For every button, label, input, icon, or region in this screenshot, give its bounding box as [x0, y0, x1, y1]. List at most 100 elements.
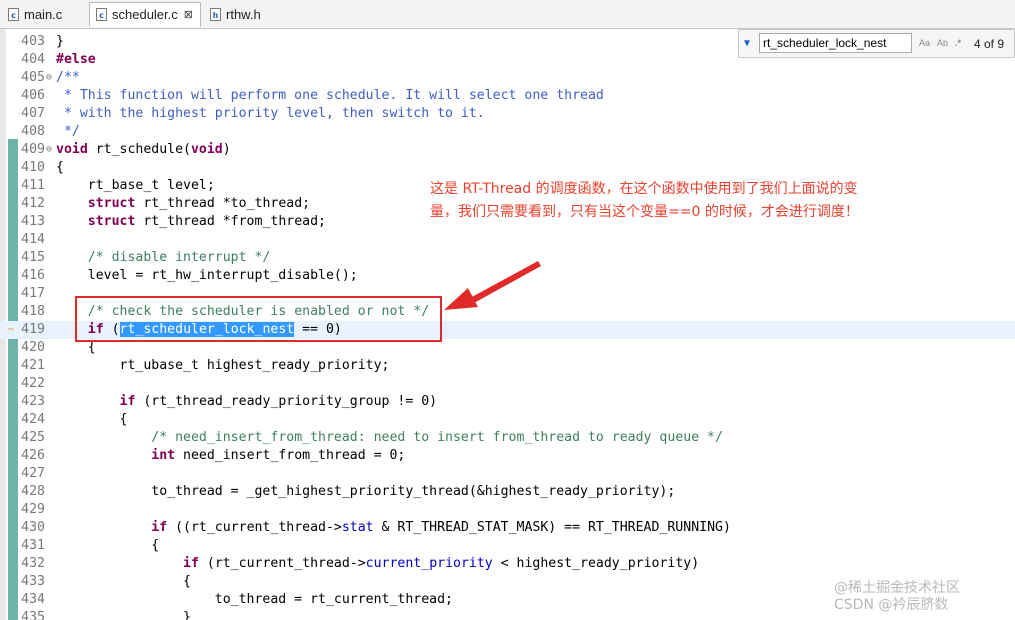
line-number: 434 [21, 592, 45, 607]
code-line[interactable]: 430 if ((rt_current_thread->stat & RT_TH… [0, 519, 1015, 537]
arrow-head [444, 288, 478, 310]
code-line[interactable]: 431 { [0, 537, 1015, 555]
code-line[interactable]: 424 { [0, 411, 1015, 429]
code-line[interactable]: 429 [0, 501, 1015, 519]
tab-main-c[interactable]: c main.c [2, 2, 86, 27]
annotation-text: 这是 RT-Thread 的调度函数，在这个函数中使用到了我们上面说的变量，我们… [430, 181, 859, 220]
line-number: 415 [21, 250, 45, 265]
find-bar: ▼ rt_scheduler_lock_nest Aa Ab .* 4 of 9 [738, 29, 1015, 58]
line-number: 430 [21, 520, 45, 535]
line-number: 424 [21, 412, 45, 427]
regex-icon[interactable]: .* [955, 38, 961, 48]
code-line[interactable]: 427 [0, 465, 1015, 483]
code-line[interactable]: 405 ⊖ /** [0, 69, 1015, 87]
code-text: level = rt_hw_interrupt_disable(); [56, 268, 358, 283]
line-number: 422 [21, 376, 45, 391]
code-text: { [56, 574, 191, 589]
line-number: 433 [21, 574, 45, 589]
code-text: } [56, 610, 191, 620]
code-text: void rt_schedule(void) [56, 142, 231, 157]
code-text: to_thread = rt_current_thread; [56, 592, 453, 607]
match-count: 4 of 9 [974, 37, 1005, 51]
line-number: 428 [21, 484, 45, 499]
line-number: 419 [21, 322, 45, 337]
code-text: { [56, 160, 64, 175]
code-line[interactable]: 422 [0, 375, 1015, 393]
fold-icon[interactable]: ⊖ [46, 69, 52, 87]
code-text: /* disable interrupt */ [87, 250, 271, 265]
line-number: 417 [21, 286, 45, 301]
annotation-arrow [444, 261, 541, 310]
line-number: 420 [21, 340, 45, 355]
tab-scheduler-c[interactable]: c scheduler.c ⊠ [89, 2, 201, 27]
code-line[interactable]: 423 if (rt_thread_ready_priority_group !… [0, 393, 1015, 411]
code-text: /** [56, 70, 80, 85]
code-line[interactable]: 432 if (rt_current_thread->current_prior… [0, 555, 1015, 573]
line-number: 418 [21, 304, 45, 319]
close-icon[interactable]: ⊠ [184, 8, 193, 21]
tab-rthw-h[interactable]: h rthw.h [204, 2, 276, 27]
code-text: struct rt_thread *from_thread; [87, 214, 326, 229]
line-number: 425 [21, 430, 45, 445]
code-text: int need_insert_from_thread = 0; [151, 448, 406, 463]
line-number: 423 [21, 394, 45, 409]
code-line[interactable]: 406 * This function will perform one sch… [0, 87, 1015, 105]
code-text: } [56, 34, 64, 49]
find-input[interactable]: rt_scheduler_lock_nest [759, 33, 912, 53]
code-text: /* need_insert_from_thread: need to inse… [151, 430, 723, 445]
line-number: 411 [21, 178, 45, 193]
code-text: struct rt_thread *to_thread; [87, 196, 311, 211]
code-line[interactable]: 425 /* need_insert_from_thread: need to … [0, 429, 1015, 447]
code-text: if (rt_thread_ready_priority_group != 0) [119, 394, 438, 409]
line-number: 404 [21, 52, 45, 67]
code-text: rt_base_t level; [56, 178, 215, 193]
h-file-icon: h [210, 8, 221, 21]
code-text: if (rt_current_thread->current_priority … [183, 556, 700, 571]
code-text: #else [56, 52, 96, 67]
tab-label: main.c [24, 7, 63, 22]
code-line[interactable]: 409 ⊖ void rt_schedule(void) [0, 141, 1015, 159]
code-line[interactable]: 410 { [0, 159, 1015, 177]
code-text: * This function will perform one schedul… [56, 88, 604, 103]
line-number: 403 [21, 34, 45, 49]
line-number: 412 [21, 196, 45, 211]
current-line-marker-icon: ⇨ [8, 324, 15, 335]
fold-icon[interactable]: ⊖ [46, 141, 52, 159]
line-number: 405 [21, 70, 45, 85]
code-line[interactable]: 428 to_thread = _get_highest_priority_th… [0, 483, 1015, 501]
tab-label: rthw.h [226, 7, 261, 22]
code-line[interactable]: 421 rt_ubase_t highest_ready_priority; [0, 357, 1015, 375]
line-number: 410 [21, 160, 45, 175]
line-number: 407 [21, 106, 45, 121]
code-text: { [56, 538, 160, 553]
line-number: 409 [21, 142, 45, 157]
line-number: 406 [21, 88, 45, 103]
line-number: 426 [21, 448, 45, 463]
code-line[interactable]: 426 int need_insert_from_thread = 0; [0, 447, 1015, 465]
code-text: if ((rt_current_thread->stat & RT_THREAD… [151, 520, 731, 535]
line-number: 427 [21, 466, 45, 481]
code-text: to_thread = _get_highest_priority_thread… [56, 484, 676, 499]
highlight-box [75, 296, 442, 342]
code-text: * with the highest priority level, then … [56, 106, 485, 121]
code-text: rt_ubase_t highest_ready_priority; [56, 358, 390, 373]
code-line[interactable]: 408 */ [0, 123, 1015, 141]
line-number: 421 [21, 358, 45, 373]
editor-tab-bar: c main.c c scheduler.c ⊠ h rthw.h [0, 0, 1015, 29]
watermark-line: @稀土掘金技术社区 [834, 580, 960, 596]
line-number: 435 [21, 610, 45, 620]
line-number: 413 [21, 214, 45, 229]
c-file-icon: c [8, 8, 19, 21]
code-line[interactable]: 414 [0, 231, 1015, 249]
tab-label: scheduler.c [112, 7, 178, 22]
line-number: 414 [21, 232, 45, 247]
chevron-down-icon[interactable]: ▼ [744, 38, 750, 49]
watermark: @稀土掘金技术社区 CSDN @衿辰脐数 [834, 580, 960, 614]
code-text: { [56, 412, 128, 427]
watermark-line: CSDN @衿辰脐数 [834, 597, 949, 613]
line-number: 429 [21, 502, 45, 517]
match-case-icon[interactable]: Aa [919, 38, 930, 48]
whole-word-icon[interactable]: Ab [937, 38, 948, 48]
code-line[interactable]: 407 * with the highest priority level, t… [0, 105, 1015, 123]
line-number: 416 [21, 268, 45, 283]
